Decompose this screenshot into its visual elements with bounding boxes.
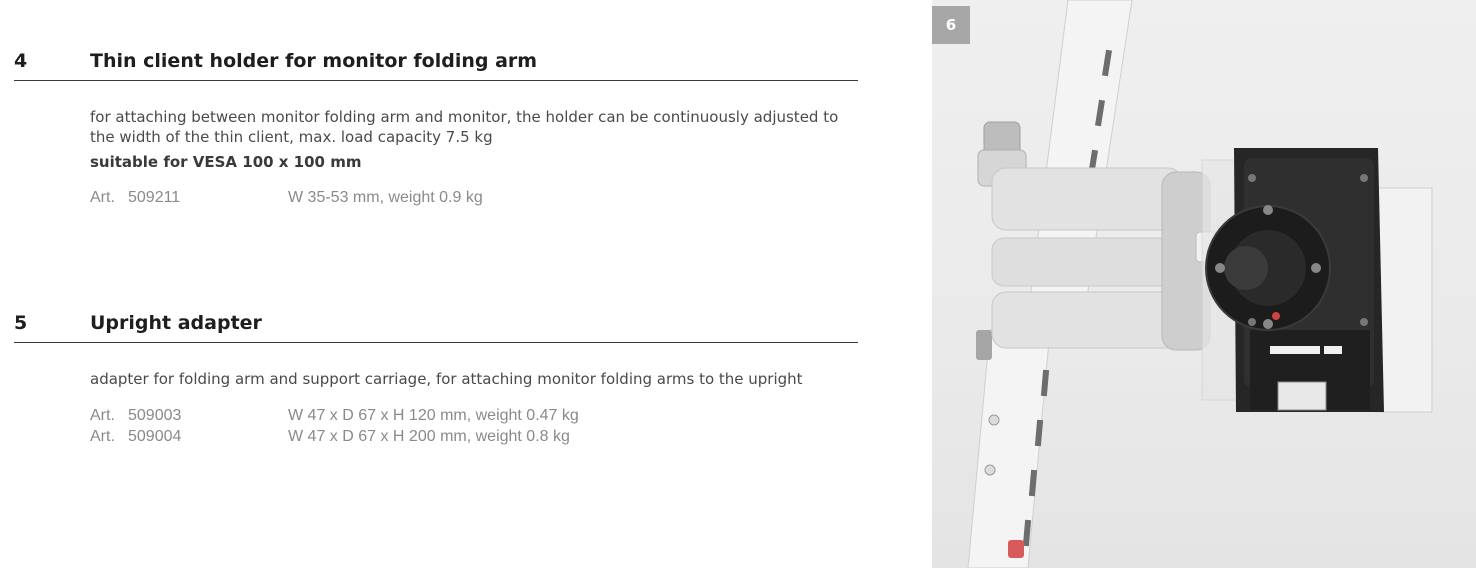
upright-rail-lower: [967, 329, 1051, 568]
vesa-compatibility-note: suitable for VESA 100 x 100 mm: [90, 153, 362, 171]
article-number: 509211: [128, 189, 181, 206]
section-title: Upright adapter: [90, 312, 262, 334]
article-list: Art. 509211 W 35-53 mm, weight 0.9 kg: [90, 187, 858, 208]
monitor-panel: [1375, 187, 1433, 413]
section-5: 5 Upright adapter adapter for folding ar…: [14, 302, 858, 447]
article-number: 509004: [128, 428, 182, 445]
section-5-heading: 5 Upright adapter: [14, 302, 858, 343]
section-description: adapter for folding arm and support carr…: [90, 370, 803, 388]
article-row: Art. 509211 W 35-53 mm, weight 0.9 kg: [90, 187, 858, 208]
article-row: Art. 509003 W 47 x D 67 x H 120 mm, weig…: [90, 405, 858, 426]
folding-arm-lower: [991, 291, 1183, 349]
article-number: 509003: [128, 407, 182, 424]
section-number: 5: [14, 312, 28, 334]
article-spec: W 35-53 mm, weight 0.9 kg: [288, 189, 483, 206]
folding-arm-middle: [991, 237, 1183, 287]
figure-number-badge: 6: [932, 6, 970, 44]
article-row: Art. 509004 W 47 x D 67 x H 200 mm, weig…: [90, 426, 858, 447]
article-list: Art. 509003 W 47 x D 67 x H 120 mm, weig…: [90, 405, 858, 447]
product-photo: 6: [932, 0, 1476, 568]
article-label: Art.: [90, 407, 115, 424]
article-spec: W 47 x D 67 x H 200 mm, weight 0.8 kg: [288, 428, 570, 445]
section-description: for attaching between monitor folding ar…: [90, 108, 839, 146]
folding-arm-upper: [991, 167, 1183, 231]
section-number: 4: [14, 50, 28, 72]
section-4: 4 Thin client holder for monitor folding…: [14, 40, 858, 208]
article-label: Art.: [90, 189, 115, 206]
section-4-heading: 4 Thin client holder for monitor folding…: [14, 40, 858, 81]
article-label: Art.: [90, 428, 115, 445]
product-illustration: [967, 0, 1433, 568]
article-spec: W 47 x D 67 x H 120 mm, weight 0.47 kg: [288, 407, 579, 424]
section-title: Thin client holder for monitor folding a…: [90, 50, 538, 72]
